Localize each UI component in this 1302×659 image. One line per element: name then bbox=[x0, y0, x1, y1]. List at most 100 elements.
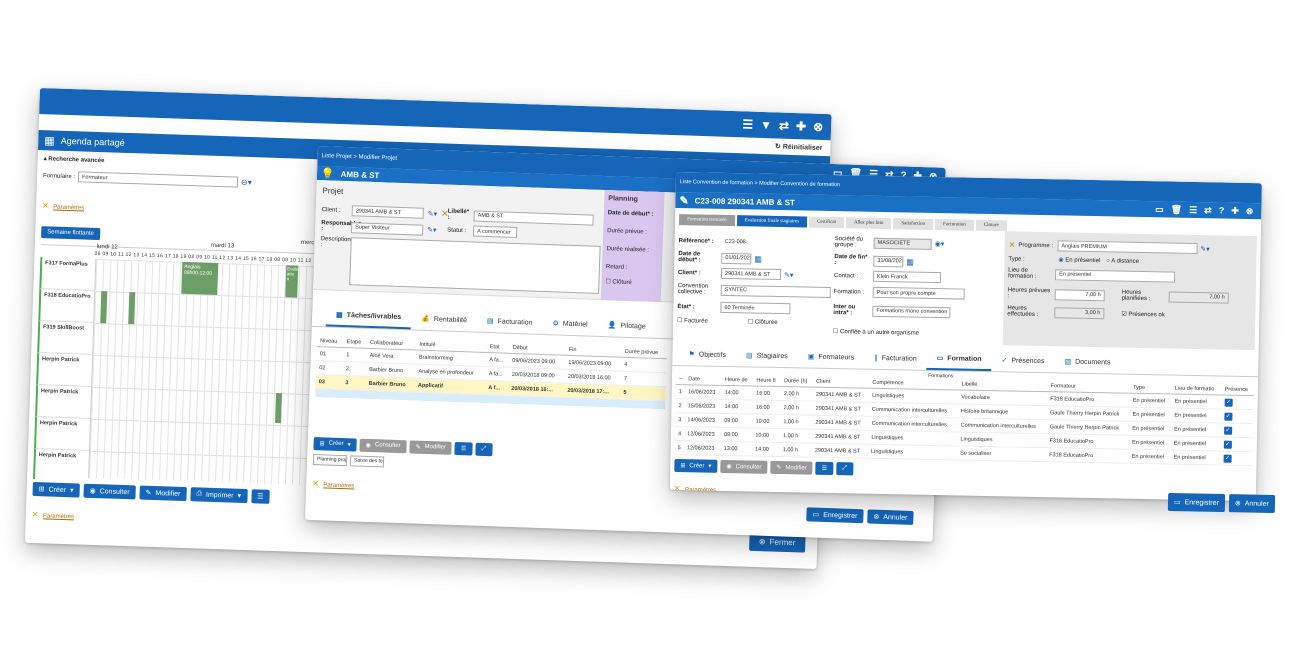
libelle-input[interactable]: AMB & ST bbox=[473, 209, 594, 226]
etat-select[interactable]: 60 Terminée bbox=[720, 301, 791, 315]
tab-taches[interactable]: ▦ Tâches/livrables bbox=[325, 304, 412, 330]
close-icon[interactable]: ⊗ bbox=[813, 120, 824, 134]
workflow-step[interactable]: Formation terminée bbox=[678, 214, 735, 227]
expand-icon[interactable]: ⤢ bbox=[835, 462, 854, 476]
conv-input[interactable]: SYNTEC bbox=[720, 284, 831, 298]
workflow-step[interactable]: Facturation bbox=[934, 218, 974, 231]
col-header[interactable]: Heure de bbox=[721, 374, 754, 387]
consult-button[interactable]: ◉ Consulter bbox=[359, 438, 407, 453]
saisie-temps-button[interactable]: Saisie des temps bbox=[349, 454, 385, 467]
presences-ok-checkbox[interactable]: ☑ Présences ok bbox=[1121, 310, 1165, 318]
print-button[interactable]: ⎙ Imprimer ▾ bbox=[190, 487, 248, 504]
params-link[interactable]: Paramètres bbox=[53, 205, 84, 212]
workflow-step-active[interactable]: Evaluation finale stagiaires bbox=[736, 215, 808, 228]
heures-prevues-input[interactable]: 7,00 h bbox=[1054, 288, 1105, 301]
more-menu-button[interactable]: ☰ bbox=[454, 441, 473, 456]
tab-materiel[interactable]: ⚙ Matériel bbox=[542, 312, 598, 336]
event-block-small[interactable] bbox=[128, 292, 136, 325]
date-fin-input[interactable]: 31/08/2023 bbox=[873, 255, 904, 267]
cloturee-checkbox[interactable]: ☐ Clôturée bbox=[748, 318, 778, 326]
description-input[interactable] bbox=[349, 237, 601, 294]
tab-presences[interactable]: ✓ Présences bbox=[991, 349, 1054, 372]
col-header[interactable]: Date bbox=[685, 374, 723, 386]
presence-checkbox[interactable]: ✓ bbox=[1223, 454, 1232, 463]
presence-checkbox[interactable]: ✓ bbox=[1223, 440, 1232, 449]
type-radio-presentiel[interactable]: ◉ En présentiel bbox=[1058, 256, 1100, 264]
tools-icon[interactable]: ✕ bbox=[1009, 240, 1016, 249]
pin-icon[interactable]: ✚ bbox=[1231, 205, 1239, 215]
facturee-checkbox[interactable]: ☐ Facturée bbox=[677, 317, 708, 325]
tab-formation[interactable]: ▭ Formation bbox=[926, 347, 992, 372]
event-block-small[interactable] bbox=[275, 392, 283, 424]
col-header[interactable]: Heure fi bbox=[753, 375, 782, 387]
workflow-step[interactable]: Satisfaction bbox=[893, 218, 934, 230]
save-button[interactable]: ▭ Enregistrer bbox=[806, 507, 864, 524]
tab-rentabilite[interactable]: 💰 Rentabilité bbox=[411, 307, 478, 331]
col-header[interactable]: Durée (h) bbox=[781, 376, 814, 388]
tab-facturation[interactable]: ∥ Facturation bbox=[864, 347, 927, 370]
reset-label[interactable]: Réinitialiser bbox=[783, 143, 823, 151]
tab-objectifs[interactable]: ⚑ Objectifs bbox=[678, 343, 736, 366]
col-header[interactable]: Type bbox=[1129, 382, 1172, 395]
confiee-checkbox[interactable]: ☐ Confiée à un autre organisme bbox=[833, 329, 919, 337]
tab-documents[interactable]: ▧ Documents bbox=[1054, 350, 1120, 373]
trash-icon[interactable]: 🗑 bbox=[1171, 204, 1183, 214]
type-radio-distance[interactable]: ○ A distance bbox=[1106, 258, 1139, 265]
workflow-step[interactable]: Certificat bbox=[808, 216, 845, 229]
calendar-icon[interactable]: ▦ bbox=[906, 257, 914, 266]
eye-icon[interactable]: ◉▾ bbox=[935, 240, 945, 248]
client-input[interactable]: 290341 AMB & ST bbox=[351, 205, 424, 219]
client-input[interactable]: 290341 AMB & ST bbox=[720, 267, 782, 281]
convention-breadcrumb[interactable]: Liste Convention de formation > Modifier… bbox=[680, 179, 840, 188]
statut-select[interactable]: A commencer bbox=[472, 225, 518, 238]
consult-button[interactable]: ◉ Consulter bbox=[720, 459, 768, 474]
presence-checkbox[interactable]: ✓ bbox=[1223, 426, 1233, 435]
save-button[interactable]: ▭ Enregistrer bbox=[1167, 492, 1226, 513]
edit-link-icon[interactable]: ✎▾ bbox=[428, 209, 438, 217]
modify-button[interactable]: ✎ Modifier bbox=[770, 460, 813, 475]
cloture-checkbox[interactable]: ☐ Clôturé bbox=[605, 278, 657, 287]
more-menu-button[interactable]: ☰ bbox=[815, 461, 834, 476]
cancel-button[interactable]: ⊗ Annuler bbox=[1228, 494, 1276, 514]
workflow-step[interactable]: Cloture bbox=[975, 219, 1007, 232]
form-select[interactable]: Formateur bbox=[77, 171, 239, 188]
planning-projet-button[interactable]: Planning projet bbox=[312, 453, 348, 466]
help-icon[interactable]: ? bbox=[1219, 205, 1225, 215]
sync-icon[interactable]: ⇄ bbox=[779, 119, 790, 133]
modify-button[interactable]: ✎ Modifier bbox=[139, 485, 187, 502]
modify-button[interactable]: ✎ Modifier bbox=[409, 439, 453, 455]
tab-facturation[interactable]: ▤ Facturation bbox=[477, 310, 543, 334]
filter-icon[interactable]: ▼ bbox=[760, 118, 772, 132]
programme-input[interactable]: Anglais PREMIUM bbox=[1057, 240, 1198, 255]
projet-breadcrumb[interactable]: Liste Projet > Modifier Projet bbox=[322, 153, 398, 162]
more-menu-button[interactable]: ☰ bbox=[250, 489, 270, 504]
create-button[interactable]: ⊞ Créer ▾ bbox=[313, 436, 357, 452]
edit-link-icon[interactable]: ✎▾ bbox=[1200, 245, 1210, 253]
clear-icon[interactable]: ⊖▾ bbox=[241, 178, 252, 187]
edit-link-icon[interactable]: ✎▾ bbox=[784, 271, 794, 279]
menu-icon[interactable]: ☰ bbox=[1189, 204, 1197, 214]
create-button[interactable]: ⊞ Créer ▾ bbox=[32, 481, 80, 498]
pin-icon[interactable]: ✚ bbox=[796, 119, 807, 133]
intra-select[interactable]: Formations mono convention bbox=[872, 305, 951, 318]
societe-input[interactable]: MASOCIETE bbox=[873, 237, 932, 250]
tab-stagiaires[interactable]: ▤ Stagiaires bbox=[736, 344, 798, 367]
calendar-icon[interactable]: ▦ bbox=[754, 254, 762, 263]
lieu-select[interactable]: En présentiel bbox=[1055, 268, 1176, 283]
event-block-small[interactable] bbox=[100, 291, 108, 324]
expand-icon[interactable]: ⤢ bbox=[475, 442, 493, 456]
sync-icon[interactable]: ⇄ bbox=[1204, 205, 1212, 215]
presence-checkbox[interactable]: ✓ bbox=[1224, 398, 1233, 407]
tab-pilotage[interactable]: 👤 Pilotage bbox=[597, 314, 656, 338]
col-header[interactable]: Etat bbox=[486, 342, 510, 354]
col-header[interactable]: Présence bbox=[1221, 384, 1255, 396]
date-debut-input[interactable]: 01/01/2023 bbox=[721, 252, 752, 264]
presence-checkbox[interactable]: ✓ bbox=[1224, 412, 1233, 421]
menu-icon[interactable]: ☰ bbox=[742, 117, 753, 131]
workflow-step[interactable]: Allez plus loin bbox=[845, 217, 892, 230]
col-header[interactable]: Etape bbox=[343, 337, 368, 349]
event-block[interactable]: Evalu atio n bbox=[285, 265, 298, 298]
consult-button[interactable]: ◉ Consulter bbox=[83, 483, 136, 500]
event-block[interactable]: Anglais 08h00-12:00 bbox=[181, 261, 219, 295]
edit-link-icon[interactable]: ✎▾ bbox=[427, 226, 437, 234]
